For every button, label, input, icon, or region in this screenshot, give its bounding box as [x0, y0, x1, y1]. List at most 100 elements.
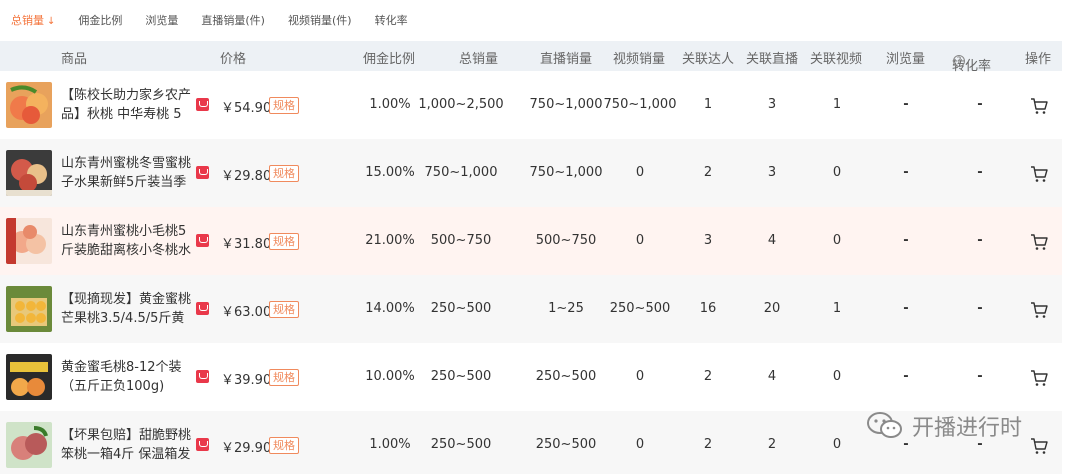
spec-button[interactable]: 规格	[269, 97, 299, 114]
cell-influencers: 3	[703, 233, 713, 248]
cell-video-sales: 0	[635, 165, 645, 180]
product-price: ￥39.90	[221, 373, 272, 388]
sort-conversion[interactable]: 转化率	[375, 12, 408, 28]
table-row[interactable]: 黄金蜜毛桃8-12个装（五斤正负100g) ￥39.90 规格 10.00% 250~5…	[0, 343, 1062, 411]
cart-icon[interactable]	[1030, 233, 1048, 251]
cell-lives: 3	[767, 97, 777, 112]
cell-videos: 1	[832, 97, 842, 112]
sort-commission[interactable]: 佣金比例	[78, 12, 122, 28]
table-row[interactable]: 山东青州蜜桃冬雪蜜桃子水果新鲜5斤装当季 ￥29.80 规格 15.00% 750~1,…	[0, 139, 1062, 207]
product-price: ￥29.90	[221, 441, 272, 456]
spec-button[interactable]: 规格	[269, 369, 299, 386]
product-thumbnail[interactable]	[6, 286, 52, 332]
product-price: ￥31.80	[221, 237, 272, 252]
th-influencers: 关联达人	[682, 52, 735, 67]
cell-commission: 14.00%	[365, 301, 415, 316]
table-row[interactable]: 【现摘现发】黄金蜜桃芒果桃3.5/4.5/5斤黄桃 ￥63.00规格 14.00% 2…	[0, 275, 1062, 343]
cell-commission: 15.00%	[365, 165, 415, 180]
help-icon[interactable]: ?	[953, 55, 965, 67]
cell-total-sales: 250~500	[430, 301, 492, 316]
product-thumbnail[interactable]	[6, 354, 52, 400]
store-icon[interactable]	[196, 438, 209, 451]
product-thumbnail[interactable]	[6, 150, 52, 196]
cell-conversion: -	[977, 369, 983, 384]
th-product: 商品	[61, 52, 88, 67]
cell-videos: 0	[832, 369, 842, 384]
th-total-sales: 总销量	[459, 52, 499, 67]
watermark: 开播进行时	[866, 410, 1022, 442]
cell-live-sales: 750~1,000	[529, 97, 603, 112]
cell-live-sales: 500~750	[535, 233, 597, 248]
cart-icon[interactable]	[1030, 369, 1048, 387]
cell-commission: 1.00%	[369, 97, 411, 112]
cell-total-sales: 250~500	[430, 437, 492, 452]
cell-views: -	[903, 369, 909, 384]
cell-conversion: -	[977, 301, 983, 316]
cell-total-sales: 250~500	[430, 369, 492, 384]
th-lives: 关联直播	[746, 52, 799, 67]
cell-total-sales: 750~1,000	[424, 165, 498, 180]
cell-views: -	[903, 233, 909, 248]
sort-video-sales[interactable]: 视频销量(件)	[288, 12, 352, 28]
cell-total-sales: 1,000~2,500	[418, 97, 504, 112]
cell-influencers: 16	[699, 301, 717, 316]
cell-views: -	[903, 97, 909, 112]
cart-icon[interactable]	[1030, 165, 1048, 183]
table-row[interactable]: 【陈校长助力家乡农产品】秋桃 中华寿桃 5斤装 ￥54.90规格 1.00% 1,00…	[0, 71, 1062, 139]
cell-lives: 4	[767, 369, 777, 384]
product-title[interactable]: 山东青州蜜桃小毛桃5斤装脆甜离核小冬桃水果	[61, 222, 194, 260]
store-icon[interactable]	[196, 302, 209, 315]
cell-videos: 0	[832, 233, 842, 248]
th-live-sales: 直播销量	[540, 52, 593, 67]
cell-conversion: -	[977, 97, 983, 112]
cell-live-sales: 750~1,000	[529, 165, 603, 180]
sort-live-sales[interactable]: 直播销量(件)	[201, 12, 265, 28]
spec-button[interactable]: 规格	[269, 301, 299, 318]
cell-videos: 1	[832, 301, 842, 316]
cell-commission: 1.00%	[369, 437, 411, 452]
product-title[interactable]: 【现摘现发】黄金蜜桃芒果桃3.5/4.5/5斤黄桃	[61, 290, 194, 328]
cell-views: -	[903, 165, 909, 180]
cell-conversion: -	[977, 233, 983, 248]
store-icon[interactable]	[196, 98, 209, 111]
cell-videos: 0	[832, 437, 842, 452]
cell-lives: 3	[767, 165, 777, 180]
store-icon[interactable]	[196, 370, 209, 383]
th-price: 价格	[220, 52, 247, 67]
cell-video-sales: 0	[635, 369, 645, 384]
cart-icon[interactable]	[1030, 97, 1048, 115]
cell-views: -	[903, 301, 909, 316]
product-title[interactable]: 山东青州蜜桃冬雪蜜桃子水果新鲜5斤装当季	[61, 154, 194, 192]
product-title[interactable]: 黄金蜜毛桃8-12个装（五斤正负100g)	[61, 358, 194, 396]
store-icon[interactable]	[196, 166, 209, 179]
product-title[interactable]: 【坏果包赔】甜脆野桃笨桃一箱4斤 保温箱发货	[61, 426, 194, 464]
cell-lives: 4	[767, 233, 777, 248]
product-title[interactable]: 【陈校长助力家乡农产品】秋桃 中华寿桃 5斤装	[61, 86, 194, 124]
cell-influencers: 2	[703, 437, 713, 452]
th-views: 浏览量	[886, 52, 926, 67]
cell-commission: 10.00%	[365, 369, 415, 384]
sort-views[interactable]: 浏览量	[145, 12, 178, 28]
watermark-text: 开播进行时	[912, 416, 1023, 441]
cell-live-sales: 250~500	[535, 369, 597, 384]
spec-button[interactable]: 规格	[269, 233, 299, 250]
spec-button[interactable]: 规格	[269, 165, 299, 182]
product-thumbnail[interactable]	[6, 218, 52, 264]
cell-video-sales: 0	[635, 233, 645, 248]
sort-total-sales[interactable]: 总销量 ↓	[11, 12, 55, 28]
cell-conversion: -	[977, 165, 983, 180]
cell-lives: 2	[767, 437, 777, 452]
store-icon[interactable]	[196, 234, 209, 247]
product-thumbnail[interactable]	[6, 422, 52, 468]
cell-videos: 0	[832, 165, 842, 180]
cell-influencers: 2	[703, 369, 713, 384]
product-thumbnail[interactable]	[6, 82, 52, 128]
cart-icon[interactable]	[1030, 437, 1048, 455]
cell-video-sales: 0	[635, 437, 645, 452]
th-action: 操作	[1025, 52, 1052, 67]
spec-button[interactable]: 规格	[269, 437, 299, 454]
th-videos: 关联视频	[810, 52, 863, 67]
table-row[interactable]: 山东青州蜜桃小毛桃5斤装脆甜离核小冬桃水果 ￥31.80规格 21.00% 500~7…	[0, 207, 1062, 275]
cart-icon[interactable]	[1030, 301, 1048, 319]
sort-bar: 总销量 ↓ 佣金比例 浏览量 直播销量(件) 视频销量(件) 转化率	[0, 0, 1062, 40]
